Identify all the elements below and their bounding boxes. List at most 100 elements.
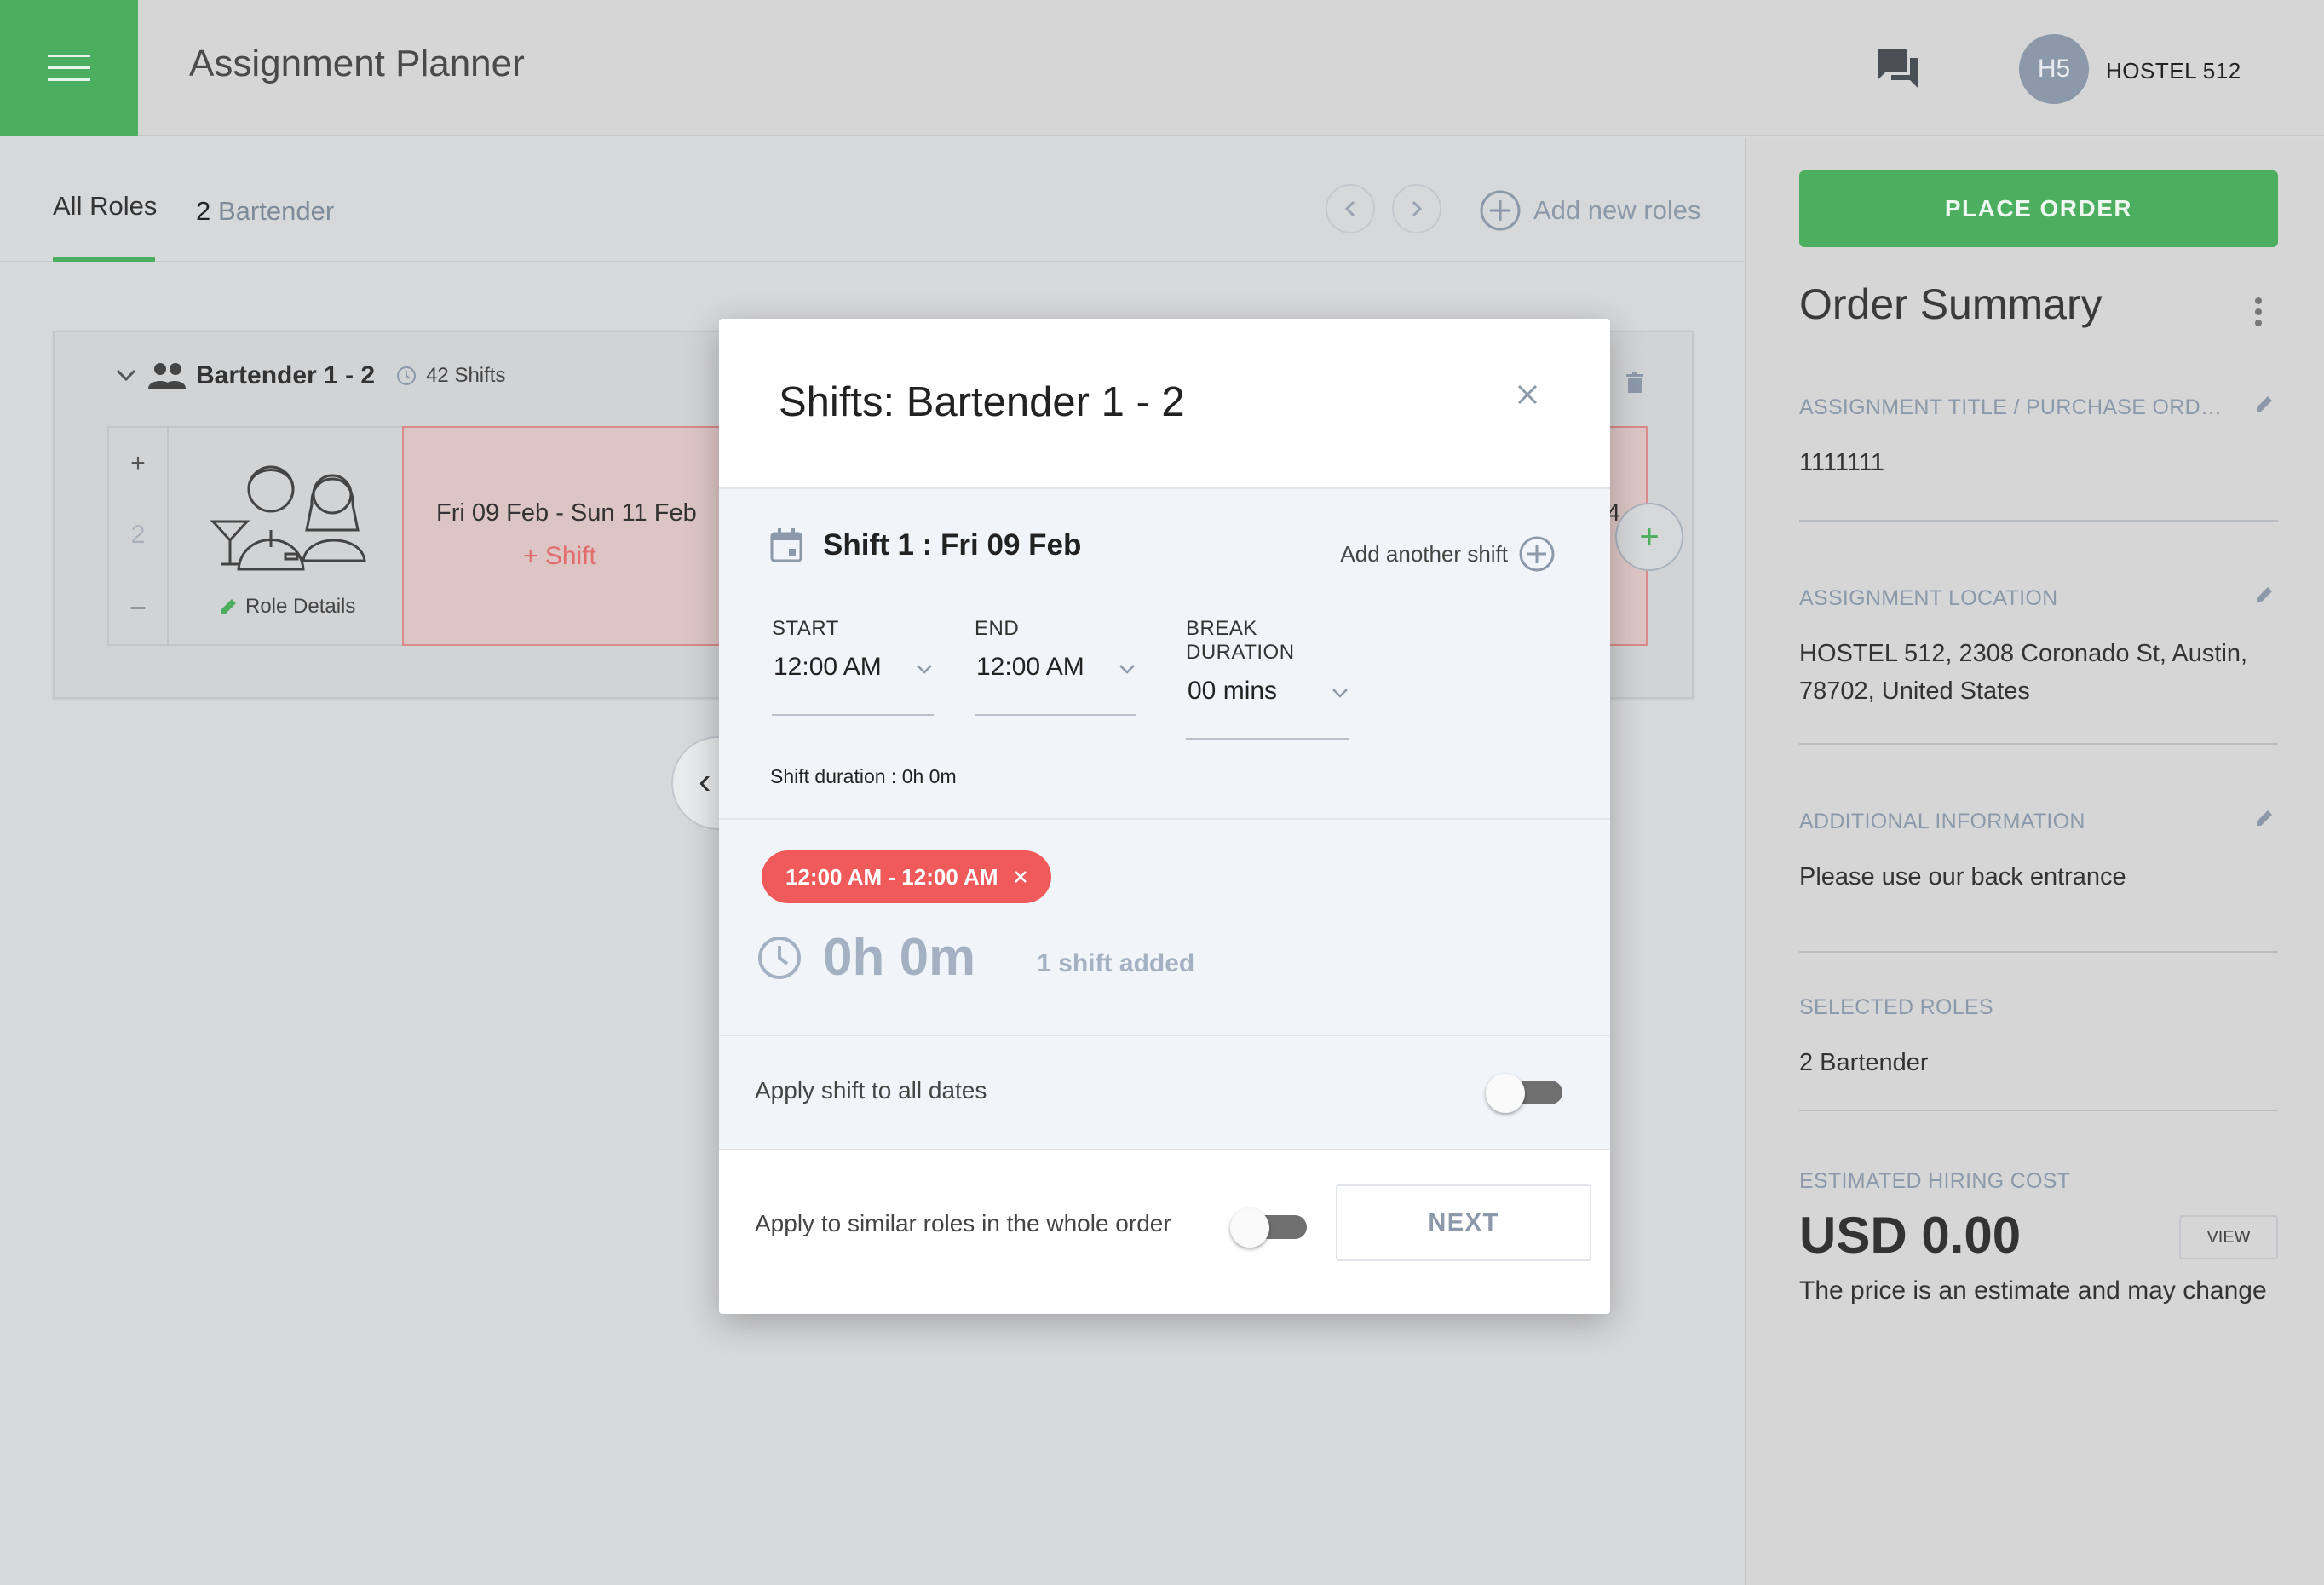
more-options-icon[interactable] [2254,297,2263,327]
role-details-link[interactable]: Role Details [218,595,355,619]
break-label: BREAK DURATION [1186,617,1295,664]
account-name[interactable]: HOSTEL 512 [2106,58,2241,84]
divider [1799,951,2278,953]
section-value: 2 Bartender [1799,1049,1929,1076]
start-time-value: 12:00 AM [774,653,882,681]
start-label: START [772,617,839,640]
apply-all-dates-toggle[interactable] [1486,1074,1568,1113]
section-label: ASSIGNMENT LOCATION [1799,586,2058,610]
shift-time-chip[interactable]: 12:00 AM - 12:00 AM [762,850,1051,903]
assignment-location-section: ASSIGNMENT LOCATION HOSTEL 512, 2308 Cor… [1799,586,2278,710]
chat-icon[interactable] [1874,46,1922,90]
prev-tab-button[interactable] [1326,184,1375,233]
tab-bartender[interactable]: Bartender [218,196,334,227]
chevron-down-icon [1119,665,1135,674]
next-button[interactable]: NEXT [1336,1184,1591,1261]
shift-time-chip-label: 12:00 AM - 12:00 AM [785,863,998,890]
quantity-value: 2 [130,521,146,549]
edit-icon[interactable] [2254,394,2275,414]
start-time-select[interactable]: 12:00 AM [772,653,934,716]
selected-roles-section: SELECTED ROLES 2 Bartender [1799,995,2278,1081]
add-shift-button[interactable]: + Shift [523,542,596,571]
break-duration-value: 00 mins [1188,677,1278,705]
modal-footer: Apply to similar roles in the whole orde… [719,1149,1610,1314]
end-time-select[interactable]: 12:00 AM [975,653,1136,716]
chevron-left-icon [1344,200,1355,217]
role-details-label: Role Details [245,595,356,618]
active-tab-indicator [53,257,155,262]
divider [1799,743,2278,745]
app-title: Assignment Planner [189,43,525,84]
clock-icon [758,936,801,979]
assignment-title-section: ASSIGNMENT TITLE / PURCHASE ORDE... 1111… [1799,395,2278,481]
close-icon[interactable] [1516,383,1539,406]
shift-count: 42 Shifts [426,364,506,387]
total-duration: 0h 0m [823,928,976,987]
chevron-right-icon [1412,200,1423,217]
section-label: ASSIGNMENT TITLE / PURCHASE ORDE... [1799,395,2225,419]
apply-similar-roles-label: Apply to similar roles in the whole orde… [755,1210,1171,1236]
trash-icon[interactable] [1625,372,1644,394]
decrease-quantity-button[interactable]: – [109,571,167,643]
edit-icon[interactable] [2254,585,2275,605]
divider [1799,520,2278,522]
view-cost-button[interactable]: VIEW [2179,1215,2278,1259]
end-label: END [975,617,1020,640]
additional-information-section: ADDITIONAL INFORMATION Please use our ba… [1799,810,2278,896]
avatar[interactable]: H5 [2019,34,2089,104]
divider [719,818,1610,820]
total-duration-row: 0h 0m 1 shift added [756,927,1194,988]
shift-duration: Shift duration : 0h 0m [770,765,957,787]
place-order-button[interactable]: PLACE ORDER [1799,170,2278,247]
cost-note: The price is an estimate and may change [1799,1277,2267,1305]
shifts-modal: Shifts: Bartender 1 - 2 Shift 1 : Fri 09… [719,319,1610,1314]
order-summary-title: Order Summary [1799,280,2103,328]
add-new-roles-button[interactable]: Add new roles [1479,189,1700,232]
end-time-field: END 12:00 AM [975,617,1136,716]
section-label: SELECTED ROLES [1799,995,1993,1019]
apply-all-dates-label: Apply shift to all dates [755,1077,987,1104]
apply-all-dates-row: Apply shift to all dates [719,1035,1610,1149]
close-icon[interactable] [1014,870,1027,884]
role-illustration-cell: Role Details [170,428,402,644]
increase-quantity-button[interactable]: + [109,428,167,499]
hamburger-icon [48,55,90,81]
plus-circle-icon [1480,190,1521,231]
add-another-shift-button[interactable]: Add another shift [1340,535,1556,573]
chevron-down-icon[interactable] [114,367,138,384]
divider [1799,1110,2278,1111]
shift-title: Shift 1 : Fri 09 Feb [823,528,1082,562]
plus-circle-icon [1519,536,1555,572]
modal-header: Shifts: Bartender 1 - 2 [719,319,1610,489]
shift-heading: Shift 1 : Fri 09 Feb [770,528,1081,562]
add-another-shift-label: Add another shift [1340,540,1508,567]
apply-similar-roles-toggle[interactable] [1230,1208,1312,1248]
section-label: ADDITIONAL INFORMATION [1799,810,2085,833]
shifts-added-count: 1 shift added [1037,948,1195,977]
section-label: ESTIMATED HIRING COST [1799,1169,2071,1193]
tab-all-roles[interactable]: All Roles [53,191,157,222]
bartender-illustration-icon [210,465,366,571]
quantity-stepper: + 2 – [109,428,169,644]
calendar-icon [770,528,802,562]
chevron-left-icon: ‹ [699,760,711,802]
clock-icon [397,366,417,385]
start-time-field: START 12:00 AM [772,617,934,716]
tab-role-count[interactable]: 2 [196,196,210,227]
section-value: HOSTEL 512, 2308 Coronado St, Austin, 78… [1799,640,2248,705]
role-title: Bartender 1 - 2 [196,361,376,389]
section-value: Please use our back entrance [1799,863,2126,890]
section-value: 1111111 [1799,449,1884,476]
edit-icon[interactable] [2254,808,2275,828]
people-icon [148,363,186,389]
top-bar: Assignment Planner H5 HOSTEL 512 [0,0,2324,136]
modal-title: Shifts: Bartender 1 - 2 [779,379,1185,425]
date-range: Fri 09 Feb - Sun 11 Feb [436,499,697,527]
menu-button[interactable] [0,0,138,136]
role-header: Bartender 1 - 2 42 Shifts [114,361,505,390]
add-date-button[interactable]: + [1615,503,1683,571]
next-tab-button[interactable] [1392,184,1441,233]
break-duration-select[interactable]: 00 mins [1186,677,1349,740]
break-duration-field: BREAK DURATION 00 mins [1186,617,1349,740]
chevron-down-icon [1332,689,1348,698]
